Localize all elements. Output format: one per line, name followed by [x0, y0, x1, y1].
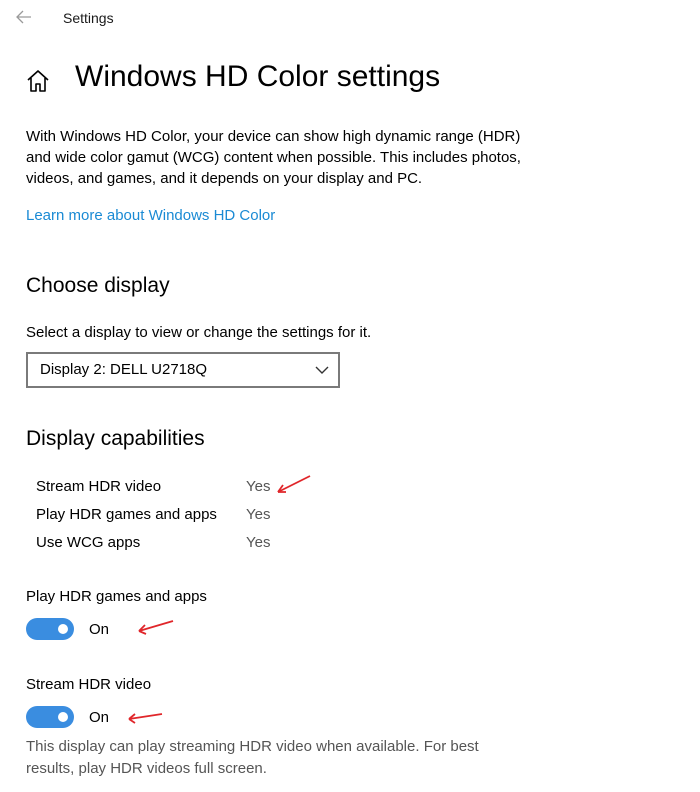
hdr-video-note: This display can play streaming HDR vide… [26, 738, 479, 777]
display-capabilities-heading: Display capabilities [26, 427, 205, 450]
app-title: Settings [63, 10, 114, 26]
hdr-games-state: On [89, 621, 110, 638]
toggle-knob [58, 712, 68, 722]
capability-name: Play HDR games and apps [36, 506, 217, 523]
chevron-down-icon [315, 366, 329, 374]
choose-display-heading: Choose display [26, 274, 170, 297]
capability-value: Yes [246, 478, 271, 495]
capability-row: Play HDR games and apps Yes [36, 506, 336, 528]
capability-value: Yes [246, 506, 271, 523]
capability-value: Yes [246, 534, 271, 551]
annotation-arrow-icon [128, 713, 163, 724]
annotation-arrow-icon [277, 475, 311, 493]
hdr-video-label: Stream HDR video [26, 676, 152, 693]
hdr-video-toggle[interactable] [26, 706, 74, 728]
back-button[interactable] [10, 5, 38, 29]
annotation-arrow-icon [138, 620, 174, 635]
home-icon[interactable] [25, 68, 51, 94]
display-select-label: Select a display to view or change the s… [26, 324, 372, 341]
display-dropdown-value: Display 2: DELL U2718Q [40, 361, 208, 378]
page-title: Windows HD Color settings [75, 60, 441, 93]
hdr-games-label: Play HDR games and apps [26, 588, 207, 605]
hdr-games-toggle[interactable] [26, 618, 74, 640]
capability-name: Stream HDR video [36, 478, 162, 495]
toggle-knob [58, 624, 68, 634]
back-arrow-icon [16, 10, 31, 24]
title-bar: Settings [0, 0, 700, 36]
display-dropdown[interactable]: Display 2: DELL U2718Q [26, 352, 340, 388]
capability-name: Use WCG apps [36, 534, 141, 551]
intro-description: With Windows HD Color, your device can s… [26, 128, 521, 187]
capability-row: Use WCG apps Yes [36, 534, 336, 556]
learn-more-link[interactable]: Learn more about Windows HD Color [26, 207, 275, 224]
hdr-video-state: On [89, 709, 110, 726]
